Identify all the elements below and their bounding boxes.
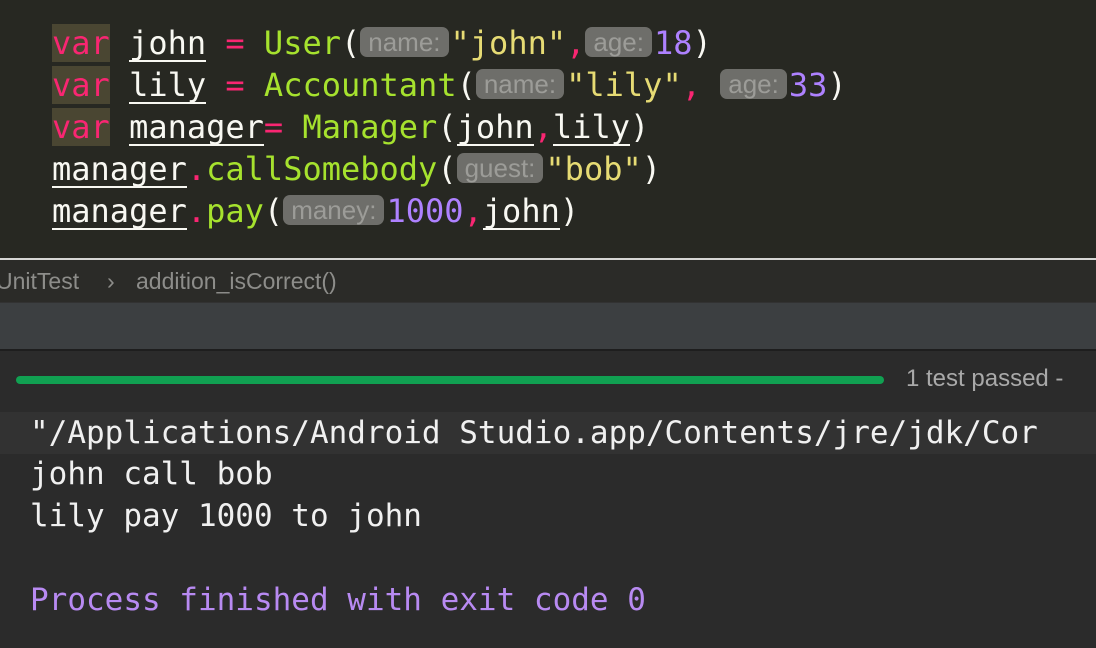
method-name: pay	[206, 192, 264, 230]
param-hint-maney: maney:	[283, 195, 385, 225]
keyword-var: var	[52, 66, 110, 104]
param-hint-name: name:	[475, 69, 565, 99]
breadcrumb: UnitTest › addition_isCorrect()	[0, 260, 1096, 302]
open-paren: (	[456, 66, 476, 104]
assign-operator: =	[206, 24, 264, 62]
identifier-lily: lily	[129, 66, 207, 104]
code-line-4[interactable]: manager.callSomebody(guest: "bob")	[52, 148, 661, 190]
close-paren: )	[641, 150, 661, 188]
code-line-5[interactable]: manager.pay(maney: 1000,john)	[52, 190, 579, 232]
identifier-john: john	[129, 24, 207, 62]
comma: ,	[566, 24, 586, 62]
param-hint-age: age:	[585, 27, 652, 57]
number-literal: 18	[653, 24, 693, 62]
breadcrumb-class[interactable]: UnitTest	[0, 260, 79, 302]
function-name: Manager	[302, 108, 438, 146]
test-progress-fill	[16, 376, 884, 384]
run-toolbar	[0, 302, 1096, 350]
string-literal: "lily"	[566, 66, 682, 104]
console-process-finished: Process finished with exit code 0	[30, 582, 646, 618]
number-literal: 1000	[386, 192, 464, 230]
keyword-var: var	[52, 108, 110, 146]
test-progress-header: 1 test passed -	[0, 349, 1096, 409]
param-hint-guest: guest:	[456, 153, 544, 183]
assign-operator: =	[263, 108, 303, 146]
number-literal: 33	[788, 66, 828, 104]
identifier-manager: manager	[52, 150, 187, 188]
open-paren: (	[437, 150, 457, 188]
close-paren: )	[629, 108, 650, 146]
string-literal: "john"	[450, 24, 567, 62]
dot-operator: .	[186, 150, 207, 188]
open-paren: (	[340, 24, 361, 62]
comma: ,	[463, 192, 483, 230]
close-paren: )	[559, 192, 580, 230]
code-line-2[interactable]: var lily = Accountant(name: "lily", age: 3…	[52, 64, 847, 106]
code-editor[interactable]: var john = User(name: "john", age: 18) var …	[0, 0, 1096, 258]
close-paren: )	[827, 66, 847, 104]
param-hint-name: name:	[360, 27, 449, 57]
console-command-line: "/Applications/Android Studio.app/Conten…	[30, 415, 1038, 451]
test-status-text: 1 test passed -	[906, 365, 1064, 392]
code-line-1[interactable]: var john = User(name: "john", age: 18)	[52, 22, 712, 64]
identifier-manager: manager	[129, 108, 264, 146]
breadcrumb-method[interactable]: addition_isCorrect()	[136, 260, 337, 302]
method-name: callSomebody	[206, 150, 438, 188]
function-name: Accountant	[263, 66, 457, 104]
assign-operator: =	[206, 66, 264, 104]
console-output-line-2: lily pay 1000 to john	[30, 498, 422, 534]
chevron-right-icon: ›	[107, 268, 115, 294]
identifier-manager: manager	[52, 192, 187, 230]
comma: ,	[533, 108, 553, 146]
dot-operator: .	[186, 192, 207, 230]
function-name: User	[263, 24, 341, 62]
param-hint-age: age:	[720, 69, 787, 99]
open-paren: (	[437, 108, 457, 146]
argument-john: john	[482, 192, 560, 230]
console-output-line-1: john call bob	[30, 456, 273, 492]
code-line-3[interactable]: var manager= Manager(john,lily)	[52, 106, 649, 148]
run-console[interactable]: "/Applications/Android Studio.app/Conten…	[0, 407, 1096, 648]
test-progress-bar	[16, 376, 884, 384]
keyword-var: var	[52, 24, 110, 62]
argument-lily: lily	[552, 108, 630, 146]
open-paren: (	[263, 192, 284, 230]
string-literal: "bob"	[545, 150, 642, 188]
close-paren: )	[692, 24, 712, 62]
argument-john: john	[456, 108, 534, 146]
comma: ,	[681, 66, 721, 104]
